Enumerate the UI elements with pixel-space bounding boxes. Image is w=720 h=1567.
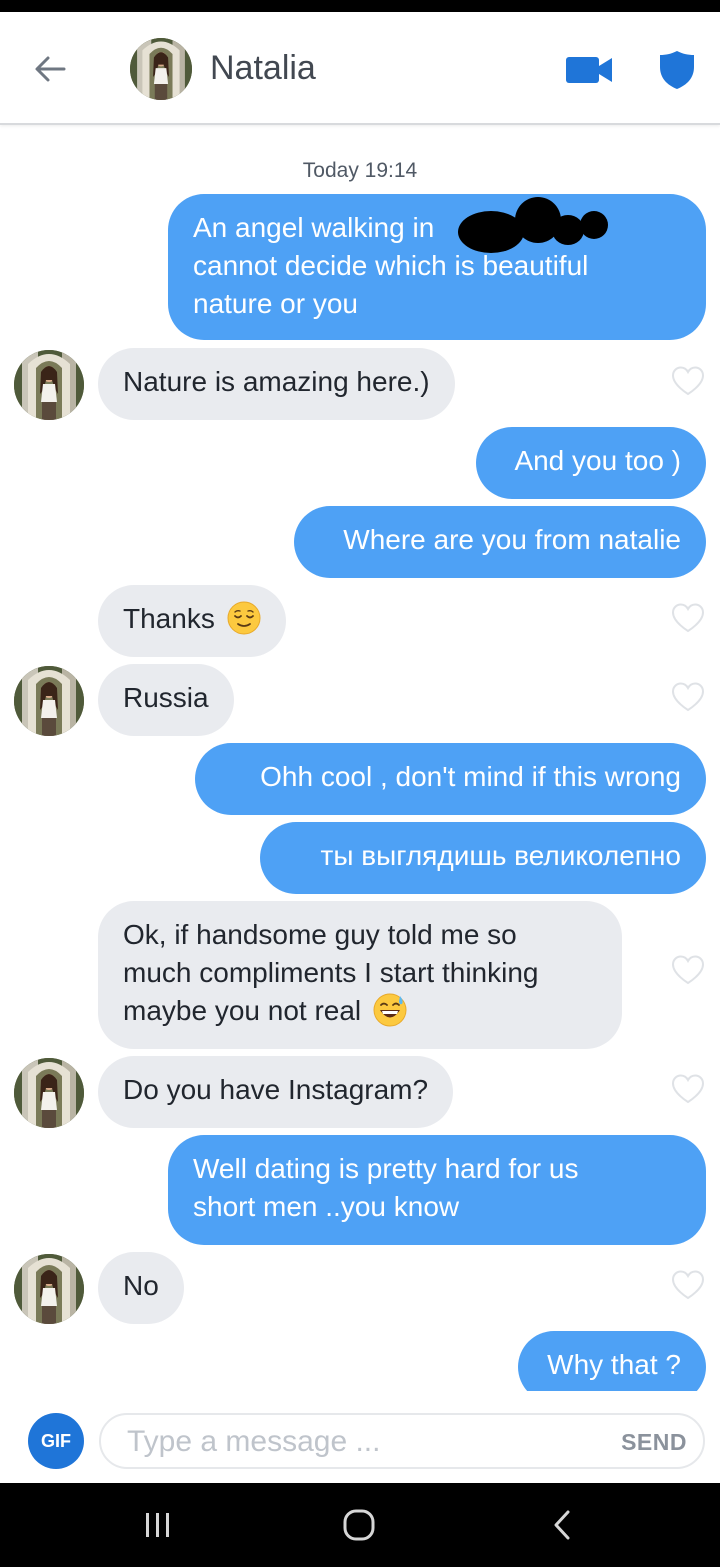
message-text: Thanks — [123, 603, 215, 634]
message-text: Why that ? — [547, 1349, 681, 1380]
relieved-face-emoji — [227, 601, 261, 635]
incoming-message[interactable]: Thanks — [98, 585, 286, 657]
contact-avatar[interactable] — [14, 1254, 84, 1324]
message-text: Russia — [123, 682, 209, 713]
outgoing-message[interactable]: And you too ) — [476, 427, 706, 499]
incoming-message[interactable]: No — [98, 1252, 184, 1324]
like-button[interactable] — [670, 954, 706, 986]
video-call-button[interactable] — [562, 50, 616, 90]
heart-outline-icon — [670, 1073, 706, 1105]
message-line: nature or you — [193, 288, 358, 319]
like-button[interactable] — [670, 681, 706, 713]
incoming-message[interactable]: Russia — [98, 664, 234, 736]
contact-avatar[interactable] — [14, 350, 84, 420]
incoming-message[interactable]: Nature is amazing here.) — [98, 348, 455, 420]
contact-avatar[interactable] — [130, 38, 192, 100]
incoming-message[interactable]: Ok, if handsome guy told me so much comp… — [98, 901, 622, 1049]
arrow-left-icon — [35, 56, 66, 82]
heart-outline-icon — [670, 681, 706, 713]
heart-outline-icon — [670, 954, 706, 986]
like-button[interactable] — [670, 1073, 706, 1105]
outgoing-message[interactable]: Where are you from natalie — [294, 506, 706, 578]
shield-icon — [660, 51, 694, 89]
message-text: And you too ) — [514, 445, 681, 476]
contact-avatar[interactable] — [14, 666, 84, 736]
safety-button[interactable] — [654, 46, 700, 94]
message-input-container[interactable]: SEND — [99, 1413, 705, 1469]
chat-header: Natalia — [0, 12, 720, 125]
message-line: short men ..you know — [193, 1191, 460, 1222]
message-line: Well dating is pretty hard for us — [193, 1153, 579, 1184]
message-text: No — [123, 1270, 159, 1301]
chat-timestamp: Today 19:14 — [302, 159, 418, 182]
message-text: Where are you from natalie — [343, 524, 681, 555]
outgoing-message[interactable]: Why that ? — [518, 1331, 706, 1391]
outgoing-message[interactable]: Ohh cool , don't mind if this wrong — [195, 743, 706, 815]
message-line: maybe you not real — [123, 995, 362, 1026]
send-button[interactable]: SEND — [621, 1427, 687, 1457]
back-button[interactable] — [24, 48, 76, 90]
outgoing-message[interactable]: An angel walking in cannot decide which … — [168, 194, 706, 340]
message-input[interactable] — [127, 1423, 587, 1461]
heart-outline-icon — [670, 365, 706, 397]
incoming-message[interactable]: Do you have Instagram? — [98, 1056, 454, 1128]
message-list[interactable]: Today 19:14 An angel walking in cannot d… — [0, 127, 720, 1391]
contact-name[interactable]: Natalia — [210, 48, 316, 88]
like-button[interactable] — [670, 365, 706, 397]
message-text: Nature is amazing here.) — [123, 366, 430, 397]
system-back-button[interactable] — [532, 1503, 592, 1547]
message-line: An angel walking in — [193, 212, 435, 243]
message-text: Ohh cool , don't mind if this wrong — [260, 761, 681, 792]
heart-outline-icon — [670, 1269, 706, 1301]
message-composer: GIF SEND — [0, 1391, 720, 1483]
home-icon — [343, 1509, 375, 1541]
back-chevron-icon — [554, 1510, 570, 1540]
status-bar — [0, 0, 720, 12]
message-line: cannot decide which is beautiful — [193, 250, 589, 281]
message-line: much compliments I start thinking — [123, 957, 539, 988]
outgoing-message[interactable]: ты выглядишь великолепно — [260, 822, 706, 894]
heart-outline-icon — [670, 602, 706, 634]
grinning-sweat-face-emoji — [373, 993, 407, 1027]
contact-avatar[interactable] — [14, 1058, 84, 1128]
like-button[interactable] — [670, 602, 706, 634]
message-text: Do you have Instagram? — [123, 1074, 429, 1105]
outgoing-message[interactable]: Well dating is pretty hard for us short … — [168, 1135, 706, 1245]
gif-button[interactable]: GIF — [28, 1413, 84, 1469]
recents-icon — [146, 1513, 169, 1537]
message-line: Ok, if handsome guy told me so — [123, 919, 517, 950]
video-camera-icon — [566, 57, 612, 83]
message-text: ты выглядишь великолепно — [320, 840, 681, 871]
like-button[interactable] — [670, 1269, 706, 1301]
system-navigation-bar — [0, 1483, 720, 1567]
home-button[interactable] — [329, 1503, 389, 1547]
recents-button[interactable] — [128, 1503, 188, 1547]
